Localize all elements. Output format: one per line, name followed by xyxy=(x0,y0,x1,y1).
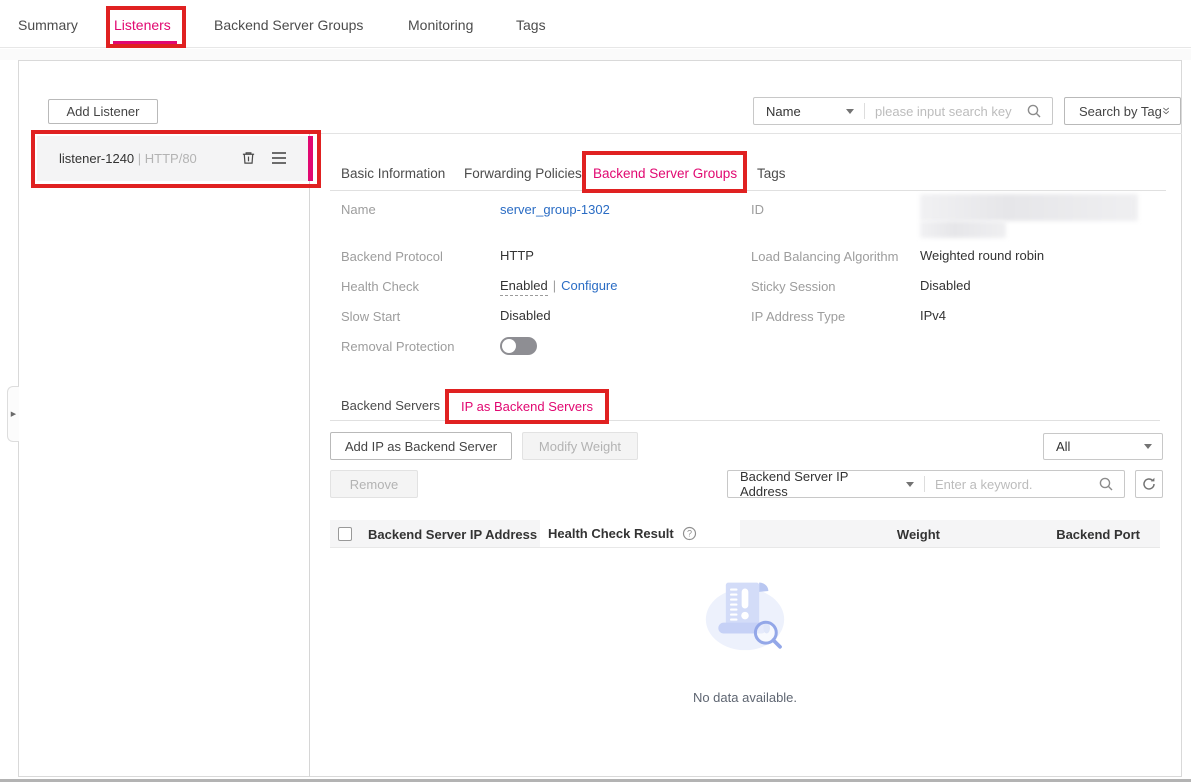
filter-all-value: All xyxy=(1056,439,1070,454)
id-value-redacted xyxy=(920,194,1138,221)
help-icon[interactable]: ? xyxy=(682,526,697,541)
chevron-down-icon xyxy=(1144,444,1152,449)
ip-address-type-value: IPv4 xyxy=(920,308,946,323)
panel-expander[interactable]: ▶ xyxy=(7,386,19,442)
health-check-configure-link[interactable]: Configure xyxy=(561,278,617,293)
tab-backend-server-groups[interactable]: Backend Server Groups xyxy=(214,17,363,33)
filter-all-select[interactable]: All xyxy=(1043,433,1163,460)
tab-tags[interactable]: Tags xyxy=(516,17,546,33)
remove-button[interactable]: Remove xyxy=(330,470,418,498)
search-category-value: Name xyxy=(766,104,801,119)
sticky-session-value: Disabled xyxy=(920,278,971,293)
chevron-down-icon xyxy=(906,482,914,487)
modify-weight-button[interactable]: Modify Weight xyxy=(522,432,638,460)
server-group-name-link[interactable]: server_group-1302 xyxy=(500,202,610,217)
elb-listeners-page: Summary Listeners Backend Server Groups … xyxy=(0,0,1191,782)
tab-listeners-underline xyxy=(113,41,177,44)
backend-keyword-input[interactable] xyxy=(925,477,1098,492)
tab-summary[interactable]: Summary xyxy=(18,17,78,33)
backend-protocol-label: Backend Protocol xyxy=(341,249,443,264)
listener-menu-icon[interactable] xyxy=(271,151,287,165)
listener-protocol: HTTP/80 xyxy=(145,151,197,166)
listener-selected-bar xyxy=(308,136,313,181)
empty-state-illustration xyxy=(695,562,795,670)
search-category-select[interactable]: Name xyxy=(754,98,864,124)
backend-protocol-value: HTTP xyxy=(500,248,534,263)
id-value-redacted-2 xyxy=(920,221,1006,238)
svg-text:?: ? xyxy=(687,529,692,539)
health-check-label: Health Check xyxy=(341,279,419,294)
column-header-weight: Weight xyxy=(897,527,940,542)
listener-label: listener-1240 | HTTP/80 xyxy=(59,151,197,166)
lb-algorithm-label: Load Balancing Algorithm xyxy=(751,249,898,264)
refresh-button[interactable] xyxy=(1135,470,1163,498)
delete-listener-icon[interactable] xyxy=(241,150,256,166)
search-by-tag-label: Search by Tag xyxy=(1079,104,1162,119)
toggle-knob xyxy=(502,339,516,353)
subtab-backend-servers[interactable]: Backend Servers xyxy=(341,398,440,413)
refresh-icon xyxy=(1141,476,1157,492)
spacer-band xyxy=(0,49,1191,60)
listener-separator: | xyxy=(134,151,145,166)
expander-arrow-icon: ▶ xyxy=(11,410,16,418)
slow-start-value: Disabled xyxy=(500,308,551,323)
tab-listeners[interactable]: Listeners xyxy=(114,17,171,33)
panel-divider xyxy=(309,133,310,777)
detail-top-border xyxy=(309,133,1182,134)
detail-tabline xyxy=(330,190,1166,191)
listener-search-box: Name xyxy=(753,97,1053,125)
health-check-pipe: | xyxy=(553,278,556,293)
id-label: ID xyxy=(751,202,764,217)
listener-name: listener-1240 xyxy=(59,151,134,166)
add-listener-button[interactable]: Add Listener xyxy=(48,99,158,124)
search-by-tag-button[interactable]: Search by Tag xyxy=(1064,97,1181,125)
listener-list-item[interactable]: listener-1240 | HTTP/80 xyxy=(37,136,313,181)
lb-algorithm-value: Weighted round robin xyxy=(920,248,1044,263)
backend-search-box: Backend Server IP Address xyxy=(727,470,1125,498)
select-all-checkbox[interactable] xyxy=(338,527,352,541)
health-check-status: Enabled xyxy=(500,278,548,296)
detail-tab-tags[interactable]: Tags xyxy=(757,166,786,181)
removal-protection-toggle[interactable] xyxy=(500,337,537,355)
server-group-name[interactable]: server_group-1302 xyxy=(500,202,610,217)
detail-tab-forwarding-policies[interactable]: Forwarding Policies xyxy=(464,166,582,181)
tab-monitoring[interactable]: Monitoring xyxy=(408,17,473,33)
detail-tab-backend-server-groups[interactable]: Backend Server Groups xyxy=(593,166,737,181)
add-ip-backend-button[interactable]: Add IP as Backend Server xyxy=(330,432,512,460)
name-label: Name xyxy=(341,202,376,217)
column-header-ip: Backend Server IP Address xyxy=(368,527,538,542)
subtab-ip-as-backend-servers[interactable]: IP as Backend Servers xyxy=(447,391,607,421)
empty-state-text: No data available. xyxy=(330,690,1160,705)
ip-address-type-label: IP Address Type xyxy=(751,309,845,324)
double-chevron-down-icon xyxy=(1162,104,1170,118)
listener-search-input[interactable] xyxy=(865,104,1026,119)
health-check-value-row: Enabled | Configure xyxy=(500,278,617,293)
removal-protection-label: Removal Protection xyxy=(341,339,454,354)
backend-search-category-select[interactable]: Backend Server IP Address xyxy=(728,471,924,497)
slow-start-label: Slow Start xyxy=(341,309,400,324)
detail-tab-basic-information[interactable]: Basic Information xyxy=(341,166,445,181)
search-icon[interactable] xyxy=(1098,476,1114,492)
page-tabbar: Summary Listeners Backend Server Groups … xyxy=(0,0,1191,48)
sticky-session-label: Sticky Session xyxy=(751,279,836,294)
chevron-down-icon xyxy=(846,109,854,114)
search-icon[interactable] xyxy=(1026,103,1042,119)
column-header-health-cell: Health Check Result ? xyxy=(540,520,740,547)
column-header-health: Health Check Result xyxy=(548,526,674,541)
column-header-backend-port: Backend Port xyxy=(1056,527,1140,542)
backend-search-category-value: Backend Server IP Address xyxy=(740,469,896,499)
table-header: Backend Server IP Address Health Check R… xyxy=(330,520,1160,548)
